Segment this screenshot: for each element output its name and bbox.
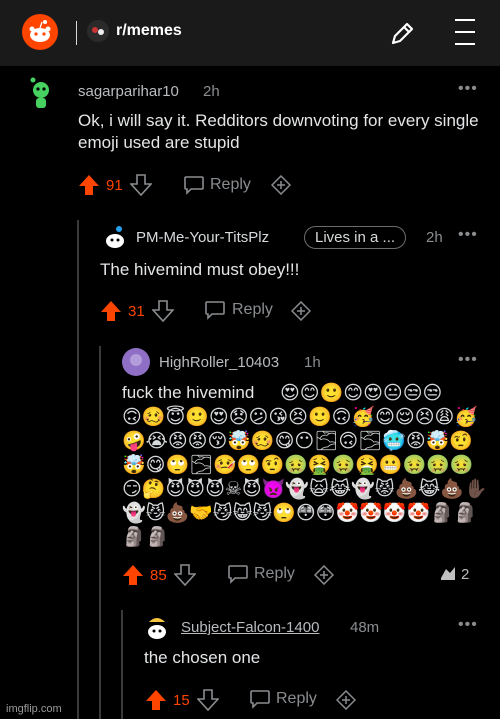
award-count: 2 (461, 566, 470, 583)
comment-body: Ok, i will say it. Redditors downvoting … (78, 111, 479, 152)
reply-button[interactable]: Reply (210, 176, 251, 194)
comment-username[interactable]: Subject-Falcon-1400 (181, 619, 319, 636)
score: 15 (173, 692, 190, 709)
reply-icon[interactable] (227, 564, 249, 584)
user-avatar[interactable] (102, 224, 128, 252)
subreddit-name[interactable]: r/memes (116, 22, 182, 40)
downvote-icon[interactable] (197, 689, 219, 711)
comment-time: 1h (304, 354, 321, 371)
score: 85 (150, 567, 167, 584)
thread-line[interactable] (121, 610, 123, 719)
thread-line[interactable] (99, 346, 101, 719)
reply-icon[interactable] (183, 175, 205, 195)
upvote-icon[interactable] (78, 174, 100, 196)
more-options-icon[interactable]: ••• (458, 351, 478, 369)
award-icon[interactable] (291, 301, 311, 321)
score: 31 (128, 303, 145, 320)
pencil-icon[interactable] (388, 20, 416, 48)
comment-body: The hivemind must obey!!! (100, 260, 300, 279)
reply-icon[interactable] (249, 689, 271, 709)
award-icon[interactable] (271, 175, 291, 195)
watermark: imgflip.com (6, 703, 62, 715)
more-options-icon[interactable]: ••• (458, 226, 478, 244)
comment-time: 48m (350, 619, 380, 636)
reply-button[interactable]: Reply (276, 690, 317, 708)
divider (76, 21, 77, 45)
comment-time: 2h (426, 229, 443, 246)
more-options-icon[interactable]: ••• (458, 80, 478, 98)
reply-button[interactable]: Reply (232, 301, 273, 319)
award-icon[interactable] (314, 565, 334, 585)
hamburger-menu-icon[interactable] (452, 16, 478, 48)
award-icon[interactable] (336, 690, 356, 710)
reddit-logo-icon[interactable] (22, 14, 58, 50)
reply-button[interactable]: Reply (254, 565, 295, 583)
score: 91 (106, 177, 123, 194)
upvote-icon[interactable] (100, 300, 122, 322)
user-avatar[interactable] (26, 76, 56, 112)
received-award-icon[interactable] (438, 564, 458, 584)
comment-username[interactable]: HighRoller_10403 (159, 354, 279, 371)
comment-body: fuck the hivemind (122, 383, 255, 402)
thread-line[interactable] (77, 220, 79, 719)
upvote-icon[interactable] (122, 564, 144, 586)
user-flair[interactable]: Lives in a ... (304, 226, 407, 249)
downvote-icon[interactable] (174, 564, 196, 586)
comment-body: the chosen one (144, 648, 261, 667)
comment-username[interactable]: sagarparihar10 (78, 83, 179, 100)
user-avatar[interactable] (144, 612, 170, 642)
comment-username[interactable]: PM-Me-Your-TitsPlz (136, 229, 269, 246)
user-avatar[interactable] (122, 348, 150, 376)
subreddit-avatar[interactable] (87, 20, 109, 42)
upvote-icon[interactable] (145, 689, 167, 711)
downvote-icon[interactable] (130, 174, 152, 196)
emoji-string-line1: 😍😊🙂😊😍😐😒😒 (280, 382, 443, 404)
reply-icon[interactable] (204, 300, 226, 320)
comment-time: 2h (203, 83, 220, 100)
downvote-icon[interactable] (152, 300, 174, 322)
more-options-icon[interactable]: ••• (458, 616, 478, 634)
top-bar: r/memes (0, 0, 500, 66)
emoji-string: 🙃🥴😇🙂😍😞😕😘😣🙂🙃🥳😊😌😣😩🥳🤪😭😡😡😚🤯🥴😋😶🌫🙃🌫🥶😡🤯🤨🤯😋🙄🌫🤒🙄🤨… (122, 406, 488, 548)
